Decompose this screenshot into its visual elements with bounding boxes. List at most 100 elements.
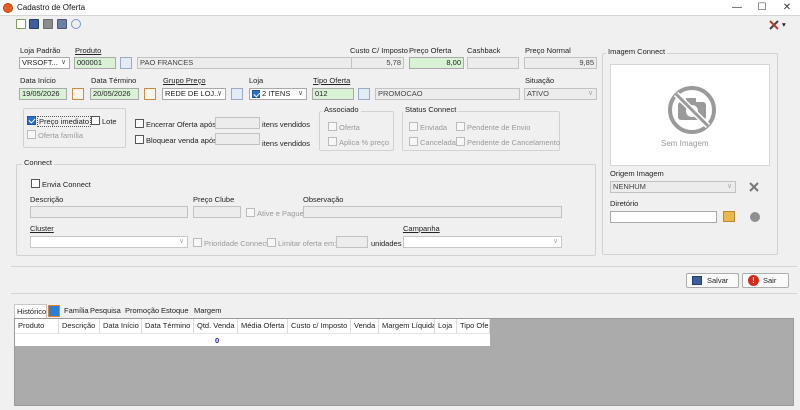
data-termino-label: Data Término <box>91 76 137 85</box>
pendente-cancelamento-label: Pendente de Cancelamento <box>467 138 560 147</box>
produto-code-input[interactable]: 000001 <box>74 57 116 69</box>
bloquear-venda-checkbox[interactable] <box>135 135 144 144</box>
aplica-preco-checkbox[interactable] <box>328 137 337 146</box>
oferta-familia-label: Oferta família <box>38 131 84 140</box>
grupo-preco-label: Grupo Preço <box>163 76 206 85</box>
tipo-oferta-code-input[interactable]: 012 <box>312 88 354 100</box>
column-header[interactable]: Venda <box>351 319 379 333</box>
clear-image-icon[interactable] <box>749 182 759 192</box>
limitar-oferta-checkbox[interactable] <box>267 238 276 247</box>
produto-search-icon[interactable] <box>120 57 132 69</box>
cashback-label: Cashback <box>467 46 501 55</box>
tab-historico[interactable]: Histórico <box>14 304 47 318</box>
dot-icon[interactable] <box>750 212 760 222</box>
column-header[interactable]: Margem Líquida <box>379 319 435 333</box>
loja-padrao-select[interactable]: VRSOFT... ∨ <box>19 57 70 69</box>
tab-color-icon[interactable] <box>48 305 60 317</box>
oferta-familia-checkbox[interactable] <box>27 130 36 139</box>
situacao-value: ATIVO <box>527 89 549 98</box>
tab-pesquisa[interactable]: Pesquisa <box>88 304 123 318</box>
column-header[interactable]: Média Oferta <box>238 319 288 333</box>
minimize-button[interactable]: — <box>725 0 749 16</box>
tools-icon[interactable] <box>768 19 780 31</box>
gray-square-icon[interactable] <box>43 19 53 29</box>
enviada-label: Enviada <box>420 123 448 132</box>
campanha-select[interactable]: ∨ <box>403 236 562 248</box>
encerrar-qtd-input[interactable] <box>215 117 260 129</box>
close-button[interactable]: ✕ <box>775 0 799 16</box>
column-header[interactable]: Descrição <box>59 319 100 333</box>
prioridade-connect-checkbox[interactable] <box>193 238 202 247</box>
app-logo-icon <box>3 3 13 13</box>
sair-button[interactable]: ! Sair <box>742 273 789 288</box>
grupo-preco-search-icon[interactable] <box>231 88 243 100</box>
associado-oferta-checkbox[interactable] <box>328 122 337 131</box>
column-header[interactable]: Loja <box>435 319 457 333</box>
lote-checkbox[interactable] <box>91 116 100 125</box>
cluster-select[interactable]: ∨ <box>30 236 188 248</box>
limitar-qtd-input[interactable] <box>336 236 368 248</box>
loja-padrao-value: VRSOFT... <box>22 58 58 67</box>
chevron-down-icon: ∨ <box>297 90 304 97</box>
prioridade-connect-label: Prioridade Connect <box>204 239 269 248</box>
preco-normal-field: 9,85 <box>524 57 597 69</box>
preco-imediato-group <box>23 108 126 148</box>
encerrar-oferta-checkbox[interactable] <box>135 119 144 128</box>
bloquear-qtd-input[interactable] <box>215 133 260 145</box>
tab-promocao[interactable]: Promoção <box>123 304 161 318</box>
lote-label: Lote <box>102 117 117 126</box>
cancelada-checkbox[interactable] <box>409 137 418 146</box>
maximize-button[interactable]: ☐ <box>750 0 774 16</box>
chevron-down-icon: ∨ <box>216 90 223 97</box>
history-grid[interactable]: Produto Descrição Data Início Data Térmi… <box>14 318 794 406</box>
enviada-checkbox[interactable] <box>409 122 418 131</box>
origem-imagem-select[interactable]: NENHUM ∨ <box>610 181 736 193</box>
column-header[interactable]: Qtd. Venda <box>194 319 238 333</box>
chevron-down-icon: ∨ <box>587 90 594 97</box>
observacao-label: Observação <box>303 195 344 204</box>
save-disk-icon[interactable] <box>29 19 39 29</box>
refresh-icon[interactable] <box>71 19 81 29</box>
tab-margem[interactable]: Margem <box>192 304 224 318</box>
origem-imagem-label: Origem Imagem <box>610 169 664 178</box>
sem-imagem-text: Sem Imagem <box>661 139 709 148</box>
column-header[interactable]: Tipo Oferta <box>457 319 490 333</box>
column-header[interactable]: Data Término <box>142 319 194 333</box>
calendar-icon[interactable] <box>144 88 156 100</box>
grupo-preco-select[interactable]: REDE DE LOJ... ∨ <box>162 88 226 100</box>
print-icon[interactable] <box>57 19 67 29</box>
descricao-label: Descrição <box>30 195 64 204</box>
preco-oferta-input[interactable]: 8,00 <box>409 57 464 69</box>
new-document-icon[interactable] <box>16 19 26 29</box>
descricao-input[interactable] <box>30 206 188 218</box>
divider <box>11 266 797 267</box>
diretorio-input[interactable] <box>610 211 717 223</box>
envia-connect-checkbox[interactable] <box>31 179 40 188</box>
calendar-icon[interactable] <box>72 88 84 100</box>
situacao-label: Situação <box>525 76 555 85</box>
situacao-select[interactable]: ATIVO ∨ <box>524 88 597 100</box>
pendente-envio-checkbox[interactable] <box>456 122 465 131</box>
preco-clube-input[interactable] <box>193 206 241 218</box>
data-inicio-label: Data Início <box>20 76 56 85</box>
tab-estoque[interactable]: Estoque <box>159 304 191 318</box>
loja-select[interactable]: 2 ITENS ∨ <box>249 88 307 100</box>
column-header[interactable]: Data Início <box>100 319 142 333</box>
salvar-button[interactable]: Salvar <box>686 273 739 288</box>
connect-title: Connect <box>22 158 54 167</box>
tab-familia[interactable]: Família <box>62 304 91 318</box>
observacao-input[interactable] <box>303 206 562 218</box>
envia-connect-label: Envia Connect <box>42 180 91 189</box>
column-header[interactable]: Produto <box>15 319 59 333</box>
ative-pague-checkbox[interactable] <box>246 208 255 217</box>
pendente-cancelamento-checkbox[interactable] <box>456 137 465 146</box>
folder-icon[interactable] <box>723 211 735 222</box>
column-header[interactable]: Custo c/ Imposto <box>288 319 351 333</box>
tools-dropdown-arrow[interactable]: ▾ <box>782 20 786 29</box>
ative-pague-label: Ative e Pague <box>257 209 304 218</box>
tipo-oferta-search-icon[interactable] <box>358 88 370 100</box>
preco-imediato-checkbox[interactable] <box>27 116 36 125</box>
data-termino-input[interactable]: 20/05/2026 <box>90 88 139 100</box>
tipo-oferta-name-field: PROMOCAO <box>375 88 520 100</box>
data-inicio-input[interactable]: 19/05/2026 <box>19 88 67 100</box>
